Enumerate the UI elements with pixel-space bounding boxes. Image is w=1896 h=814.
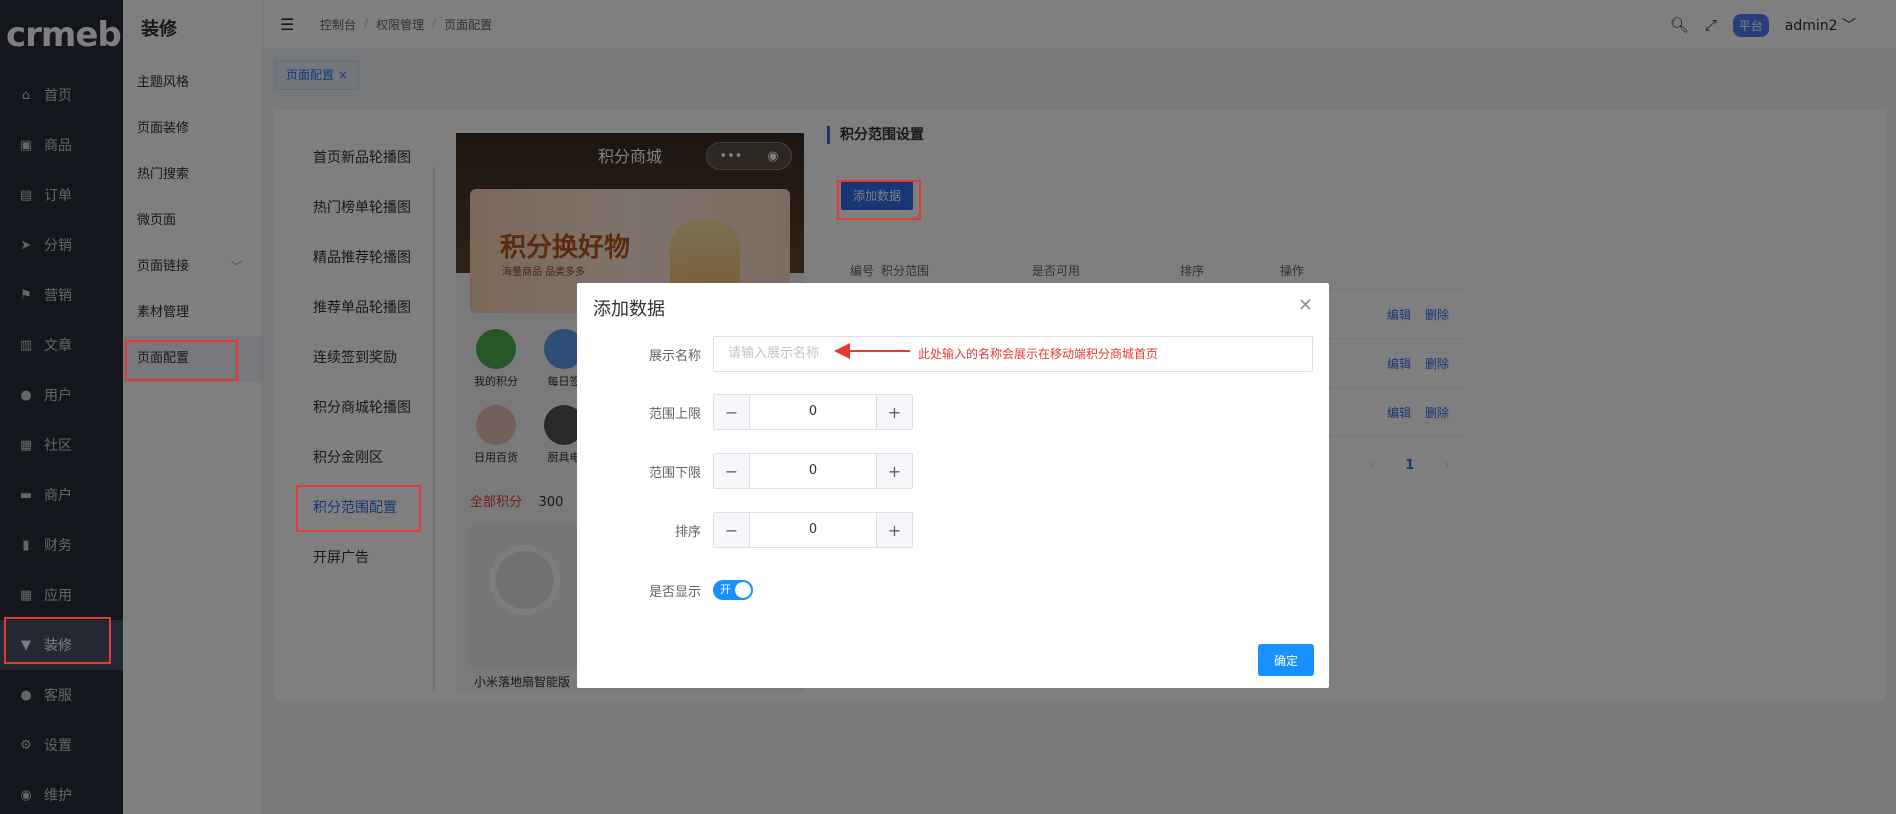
lower-limit-stepper: − 0 +	[713, 453, 913, 489]
minus-button[interactable]: −	[714, 513, 750, 547]
annotation-box	[4, 617, 111, 664]
arrow-line	[840, 350, 910, 352]
field-label: 范围上限	[648, 407, 701, 422]
field-label: 是否显示	[648, 585, 701, 600]
show-toggle[interactable]: 开	[713, 580, 753, 600]
stepper-value[interactable]: 0	[750, 513, 876, 547]
minus-button[interactable]: −	[714, 454, 750, 488]
field-label: 排序	[674, 525, 701, 540]
field-label: 范围下限	[648, 466, 701, 481]
plus-button[interactable]: +	[876, 513, 912, 547]
plus-button[interactable]: +	[876, 395, 912, 429]
stepper-value[interactable]: 0	[750, 454, 876, 488]
dialog-title: 添加数据	[593, 299, 665, 320]
minus-button[interactable]: −	[714, 395, 750, 429]
field-label: 展示名称	[648, 349, 701, 364]
annotation-box	[296, 485, 421, 532]
annotation-box	[125, 340, 238, 381]
stepper-value[interactable]: 0	[750, 395, 876, 429]
close-icon[interactable]: ✕	[1298, 295, 1313, 316]
annotation-hint: 此处输入的名称会展示在移动端积分商城首页	[918, 347, 1159, 361]
plus-button[interactable]: +	[876, 454, 912, 488]
annotation-box	[837, 180, 921, 220]
sort-stepper: − 0 +	[713, 512, 913, 548]
add-data-dialog: 添加数据 ✕ 展示名称 请输入展示名称 此处输入的名称会展示在移动端积分商城首页…	[577, 283, 1329, 688]
confirm-button[interactable]: 确定	[1258, 644, 1314, 676]
upper-limit-stepper: − 0 +	[713, 394, 913, 430]
